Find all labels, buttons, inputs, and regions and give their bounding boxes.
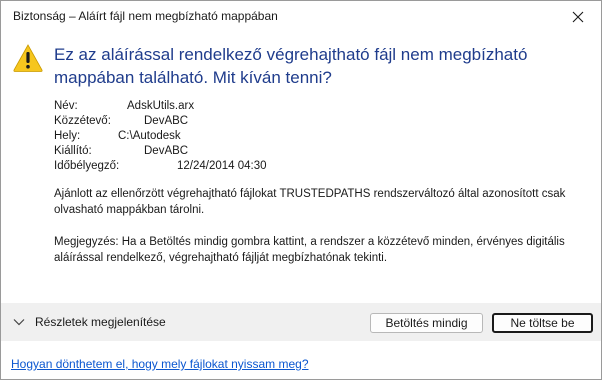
security-dialog: Biztonság – Aláírt fájl nem megbízható m…: [0, 0, 602, 380]
detail-value: AdskUtils.arx: [127, 100, 195, 112]
detail-label: Hely:: [54, 130, 81, 142]
help-link[interactable]: Hogyan dönthetem el, hogy mely fájlokat …: [11, 357, 309, 371]
detail-value: DevABC: [144, 145, 189, 157]
detail-value: 12/24/2014 04:30: [177, 160, 267, 172]
warning-icon: [13, 44, 43, 72]
dont-load-button[interactable]: Ne töltse be: [492, 313, 593, 333]
detail-label: Kiállító:: [54, 145, 92, 157]
detail-label: Közzétevő:: [54, 115, 111, 127]
close-button[interactable]: [555, 1, 601, 33]
dialog-content: Ez az aláírással rendelkező végrehajthat…: [1, 33, 601, 303]
window-title: Biztonság – Aláírt fájl nem megbízható m…: [13, 9, 278, 23]
button-bar: Részletek megjelenítése Betöltés mindig …: [1, 303, 601, 341]
expander-label: Részletek megjelenítése: [35, 315, 166, 329]
recommendation-text: Ajánlott az ellenőrzött végrehajtható fá…: [54, 188, 566, 216]
headline: Ez az aláírással rendelkező végrehajthat…: [54, 45, 528, 87]
detail-label: Időbélyegző:: [54, 160, 120, 172]
close-icon: [572, 11, 584, 23]
detail-value: DevABC: [144, 115, 189, 127]
always-load-button[interactable]: Betöltés mindig: [370, 313, 483, 333]
details-expander[interactable]: Részletek megjelenítése: [13, 312, 166, 332]
detail-label: Név:: [54, 100, 78, 112]
detail-value: C:\Autodesk: [118, 130, 181, 142]
title-bar: Biztonság – Aláírt fájl nem megbízható m…: [1, 1, 601, 33]
note-text: Megjegyzés: Ha a Betöltés mindig gombra …: [54, 236, 565, 264]
chevron-down-icon: [13, 319, 25, 326]
